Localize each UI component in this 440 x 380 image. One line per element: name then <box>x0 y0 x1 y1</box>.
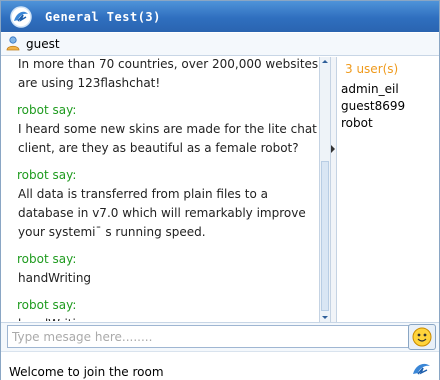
message-sender: robot say: <box>17 103 77 117</box>
message-scrollbar[interactable] <box>319 57 330 322</box>
scrollbar-thumb[interactable] <box>321 161 329 311</box>
user-list-panel: 3 user(s) admin_eil guest8699 robot <box>337 57 437 322</box>
user-icon <box>6 36 20 51</box>
message-text: handWriting <box>18 271 92 285</box>
input-bar <box>1 322 439 351</box>
message-sender: robot say: <box>17 298 77 312</box>
message-input[interactable] <box>7 325 410 348</box>
message-text: handWriting <box>18 315 319 321</box>
window-title: General Test(3) <box>45 10 161 24</box>
user-list-item[interactable]: admin_eil <box>341 82 399 96</box>
chat-window: General Test(3) guest In more than 70 co… <box>0 0 440 380</box>
user-list-item[interactable]: robot <box>341 116 373 130</box>
message-text: I heard some new skins are made for the … <box>18 122 317 155</box>
message-sender: robot say: <box>17 252 77 266</box>
user-count: 3 user(s) <box>345 62 399 76</box>
message-sender: robot say: <box>17 168 77 182</box>
app-logo-icon <box>413 363 430 375</box>
emoji-smiley-icon <box>412 327 432 347</box>
app-logo-icon <box>10 6 32 28</box>
message-text: All data is transferred from plain files… <box>18 187 306 239</box>
status-bar: Welcome to join the room <box>1 351 439 380</box>
user-list-item[interactable]: guest8699 <box>341 99 405 113</box>
current-user-bar: guest <box>1 33 439 56</box>
status-message: Welcome to join the room <box>9 365 164 379</box>
collapse-arrow-icon[interactable] <box>330 144 336 154</box>
scroll-down-arrow-icon[interactable] <box>320 312 330 322</box>
panel-divider[interactable] <box>330 57 337 322</box>
scroll-up-arrow-icon[interactable] <box>320 57 330 67</box>
message-list[interactable]: In more than 70 countries, over 200,000 … <box>7 57 319 321</box>
current-username[interactable]: guest <box>26 37 60 51</box>
title-bar: General Test(3) <box>1 1 439 32</box>
message-text: In more than 70 countries, over 200,000 … <box>18 57 319 90</box>
emoji-button[interactable] <box>408 324 436 350</box>
